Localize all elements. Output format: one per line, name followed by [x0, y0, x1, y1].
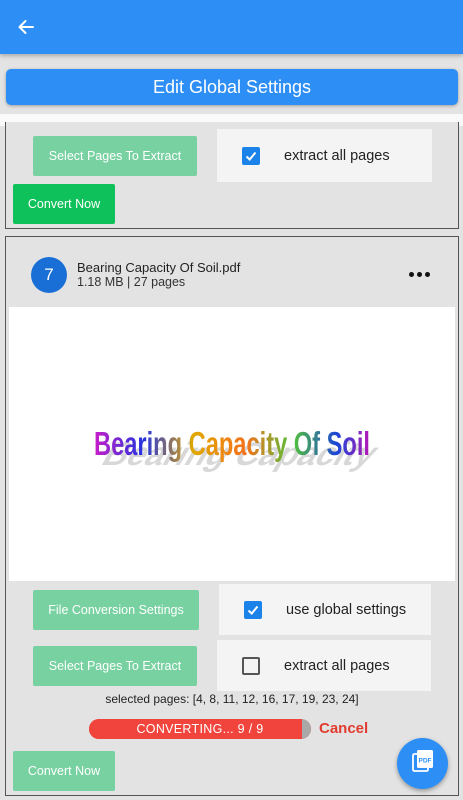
edit-global-settings-button[interactable]: Edit Global Settings: [6, 69, 458, 105]
convert-now-button[interactable]: Convert Now: [13, 751, 115, 791]
checkbox-unchecked-icon[interactable]: [242, 656, 260, 675]
extract-all-option[interactable]: extract all pages: [217, 129, 432, 182]
preview-title-text: Bearing Capacity Of Soil: [94, 425, 370, 462]
selected-pages-text: selected pages: [4, 8, 11, 12, 16, 17, 1…: [105, 692, 359, 706]
arrow-left-icon[interactable]: [12, 13, 40, 41]
pdf-preview: Bearing Capacity Of Soil Bearing Capacit…: [9, 307, 455, 581]
file-header: 7 Bearing Capacity Of Soil.pdf 1.18 MB |…: [6, 237, 458, 307]
progress-label: CONVERTING... 9 / 9: [136, 722, 264, 736]
preview-wordart: Bearing Capacity Of Soil Bearing Capacit…: [94, 425, 382, 472]
add-pdf-fab[interactable]: PDF: [397, 738, 448, 789]
file-number-badge: 7: [31, 257, 67, 293]
checkbox-checked-icon[interactable]: [244, 600, 262, 619]
pdf-file-icon: PDF: [410, 748, 436, 779]
conversion-progress-bar: CONVERTING... 9 / 9: [89, 719, 311, 739]
convert-now-button[interactable]: Convert Now: [13, 184, 115, 224]
extract-all-option[interactable]: extract all pages: [217, 640, 431, 691]
file-card-previous: Select Pages To Extract extract all page…: [5, 122, 459, 229]
file-conversion-settings-button[interactable]: File Conversion Settings: [33, 590, 199, 630]
file-meta: 1.18 MB | 27 pages: [77, 275, 186, 289]
select-pages-button[interactable]: Select Pages To Extract: [33, 136, 197, 176]
file-card: 7 Bearing Capacity Of Soil.pdf 1.18 MB |…: [5, 236, 459, 796]
cancel-button[interactable]: Cancel: [319, 720, 368, 737]
select-pages-button[interactable]: Select Pages To Extract: [33, 646, 197, 686]
app-bar: [0, 0, 463, 54]
extract-all-label: extract all pages: [284, 657, 390, 674]
use-global-settings-option[interactable]: use global settings: [219, 584, 431, 635]
use-global-settings-label: use global settings: [286, 601, 407, 618]
more-horizontal-icon[interactable]: [404, 261, 434, 287]
extract-all-label: extract all pages: [284, 147, 390, 164]
checkbox-checked-icon[interactable]: [242, 146, 260, 165]
file-name: Bearing Capacity Of Soil.pdf: [77, 260, 241, 275]
svg-text:PDF: PDF: [418, 758, 431, 765]
